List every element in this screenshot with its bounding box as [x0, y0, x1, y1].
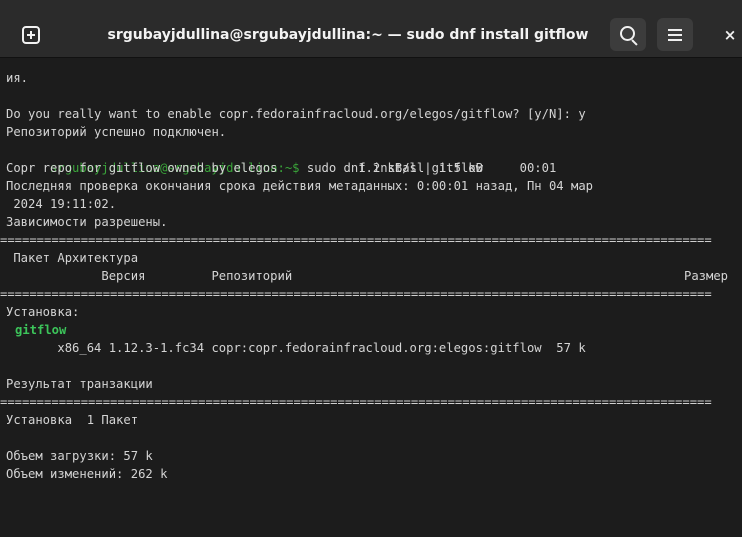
terminal-line: ия. [6, 71, 29, 85]
terminal-line: Зависимости разрешены. [6, 215, 168, 229]
terminal-line: Результат транзакции [6, 377, 153, 391]
terminal-window: srgubayjdullina@srgubayjdullina:~ — sudo… [0, 0, 742, 537]
separator-line: ========================================… [0, 287, 712, 301]
close-icon[interactable]: × [720, 25, 740, 45]
terminal-line: Установка 1 Пакет [6, 413, 139, 427]
terminal-line: Объем изменений: 262 k [6, 467, 168, 481]
terminal-line: Copr repo for gitflow owned by elegos 1.… [6, 161, 557, 175]
terminal-line: Репозиторий успешно подключен. [6, 125, 227, 139]
terminal-line: Установка: [6, 305, 80, 319]
table-header-line: Пакет Архитектура [6, 251, 139, 265]
window-title: srgubayjdullina@srgubayjdullina:~ — sudo… [107, 27, 589, 43]
terminal-line: Объем загрузки: 57 k [6, 449, 153, 463]
terminal-output[interactable]: ия. Do you really want to enable copr.fe… [0, 57, 742, 537]
terminal-line: Последняя проверка окончания срока дейст… [6, 179, 593, 193]
menu-button[interactable] [657, 18, 693, 51]
separator-line: ========================================… [0, 395, 712, 409]
hamburger-menu-icon [668, 29, 682, 31]
separator-line: ========================================… [0, 233, 712, 247]
prompt-line: srgubayjdullina@srgubayjdullina:~$ sudo … [6, 141, 483, 175]
package-details-line: x86_64 1.12.3-1.fc34 copr:copr.fedorainf… [6, 341, 586, 355]
title-bar: srgubayjdullina@srgubayjdullina:~ — sudo… [0, 0, 742, 58]
package-name: gitflow [15, 323, 67, 337]
search-button[interactable] [610, 18, 646, 51]
new-tab-icon[interactable] [22, 26, 40, 44]
terminal-line: Do you really want to enable copr.fedora… [6, 107, 586, 121]
size-column-header: Размер [684, 269, 729, 283]
terminal-line: 2024 19:11:02. [6, 197, 117, 211]
table-header-line: Версия Репозиторий [6, 269, 293, 283]
